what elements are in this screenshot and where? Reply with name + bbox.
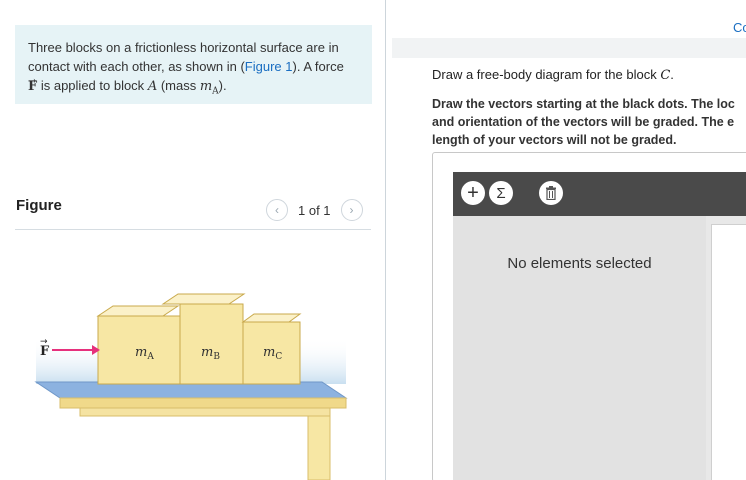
drawing-canvas[interactable] (711, 224, 746, 480)
block-symbol: A (147, 79, 158, 94)
part-header-bar (392, 38, 746, 58)
figure-link[interactable]: Figure 1 (245, 59, 293, 74)
block-a-top (96, 305, 180, 317)
figure-pager: ‹ 1 of 1 › (266, 199, 363, 221)
no-selection-message: No elements selected (507, 255, 652, 272)
trash-icon[interactable] (539, 181, 563, 205)
table-leg (307, 415, 331, 480)
grading-note: Draw the vectors starting at the black d… (432, 97, 735, 147)
figure-heading: Figure (16, 197, 62, 214)
block-b (179, 303, 244, 385)
table-apron (79, 407, 331, 417)
block-c-top (241, 313, 302, 323)
column-divider (385, 0, 386, 480)
problem-line-3: → F is applied to block A (mass mA). (28, 76, 227, 97)
table-edge (59, 397, 347, 409)
plus-icon[interactable]: + (461, 181, 485, 205)
figure-divider (15, 229, 371, 230)
problem-line-2: contact with each other, as shown in (Fi… (28, 59, 344, 74)
force-vector-mark: → (40, 337, 48, 347)
mass-symbol: mA (199, 79, 219, 97)
force-symbol: → F (28, 76, 38, 94)
instruction-text: Draw a free-body diagram for the block C… (432, 67, 674, 83)
corner-link[interactable]: Co (733, 20, 746, 35)
sigma-icon[interactable]: Σ (489, 181, 513, 205)
chevron-right-icon[interactable]: › (340, 199, 363, 221)
chevron-left-icon[interactable]: ‹ (266, 199, 288, 221)
block-b-top (161, 293, 246, 305)
problem-line-1: Three blocks on a frictionless horizonta… (28, 40, 339, 55)
blocks-figure: mA mB mC F → (34, 293, 348, 480)
figure-page-count: 1 of 1 (298, 202, 331, 218)
problem-statement: Three blocks on a frictionless horizonta… (15, 25, 372, 104)
